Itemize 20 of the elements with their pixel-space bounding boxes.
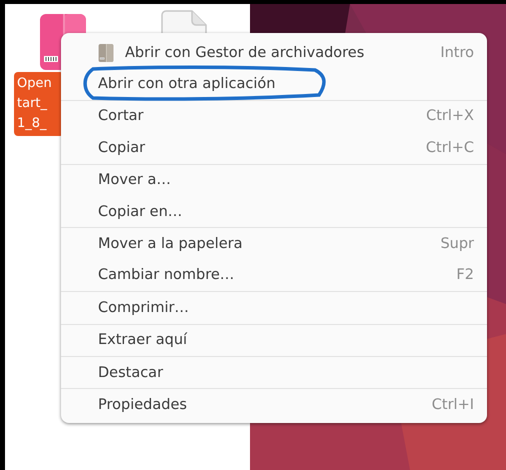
menu-item[interactable]: Mover a la papelera Supr bbox=[61, 228, 487, 260]
menu-item[interactable]: Copiar Ctrl+C bbox=[61, 132, 487, 164]
shortcut-text: Supr bbox=[440, 236, 474, 252]
archive-icon bbox=[98, 44, 114, 62]
menu-item[interactable]: Propiedades Ctrl+I bbox=[61, 389, 487, 421]
menu-item[interactable]: Cambiar nombre… F2 bbox=[61, 260, 487, 292]
menu-item[interactable]: Mover a… bbox=[61, 164, 487, 196]
menu-item[interactable]: Comprimir… bbox=[61, 292, 487, 324]
menu-item[interactable]: Extraer aquí bbox=[61, 324, 487, 356]
shortcut-text: F2 bbox=[456, 267, 474, 284]
shortcut-text: Intro bbox=[440, 44, 474, 61]
menu-item[interactable]: Cortar Ctrl+X bbox=[61, 100, 487, 132]
shortcut-text: Ctrl+I bbox=[432, 396, 474, 413]
menu-item[interactable]: Destacar bbox=[61, 356, 487, 388]
shortcut-text: Ctrl+X bbox=[426, 108, 474, 124]
menu-item[interactable]: Abrir con otra aplicación bbox=[61, 68, 487, 100]
shortcut-text: Ctrl+C bbox=[426, 140, 474, 156]
menu-item[interactable]: Abrir con Gestor de archivadores Intro bbox=[61, 37, 487, 68]
file-label[interactable]: Open tart_ 1_8_ bbox=[14, 72, 64, 136]
menu-item[interactable]: Copiar en… bbox=[61, 196, 487, 228]
